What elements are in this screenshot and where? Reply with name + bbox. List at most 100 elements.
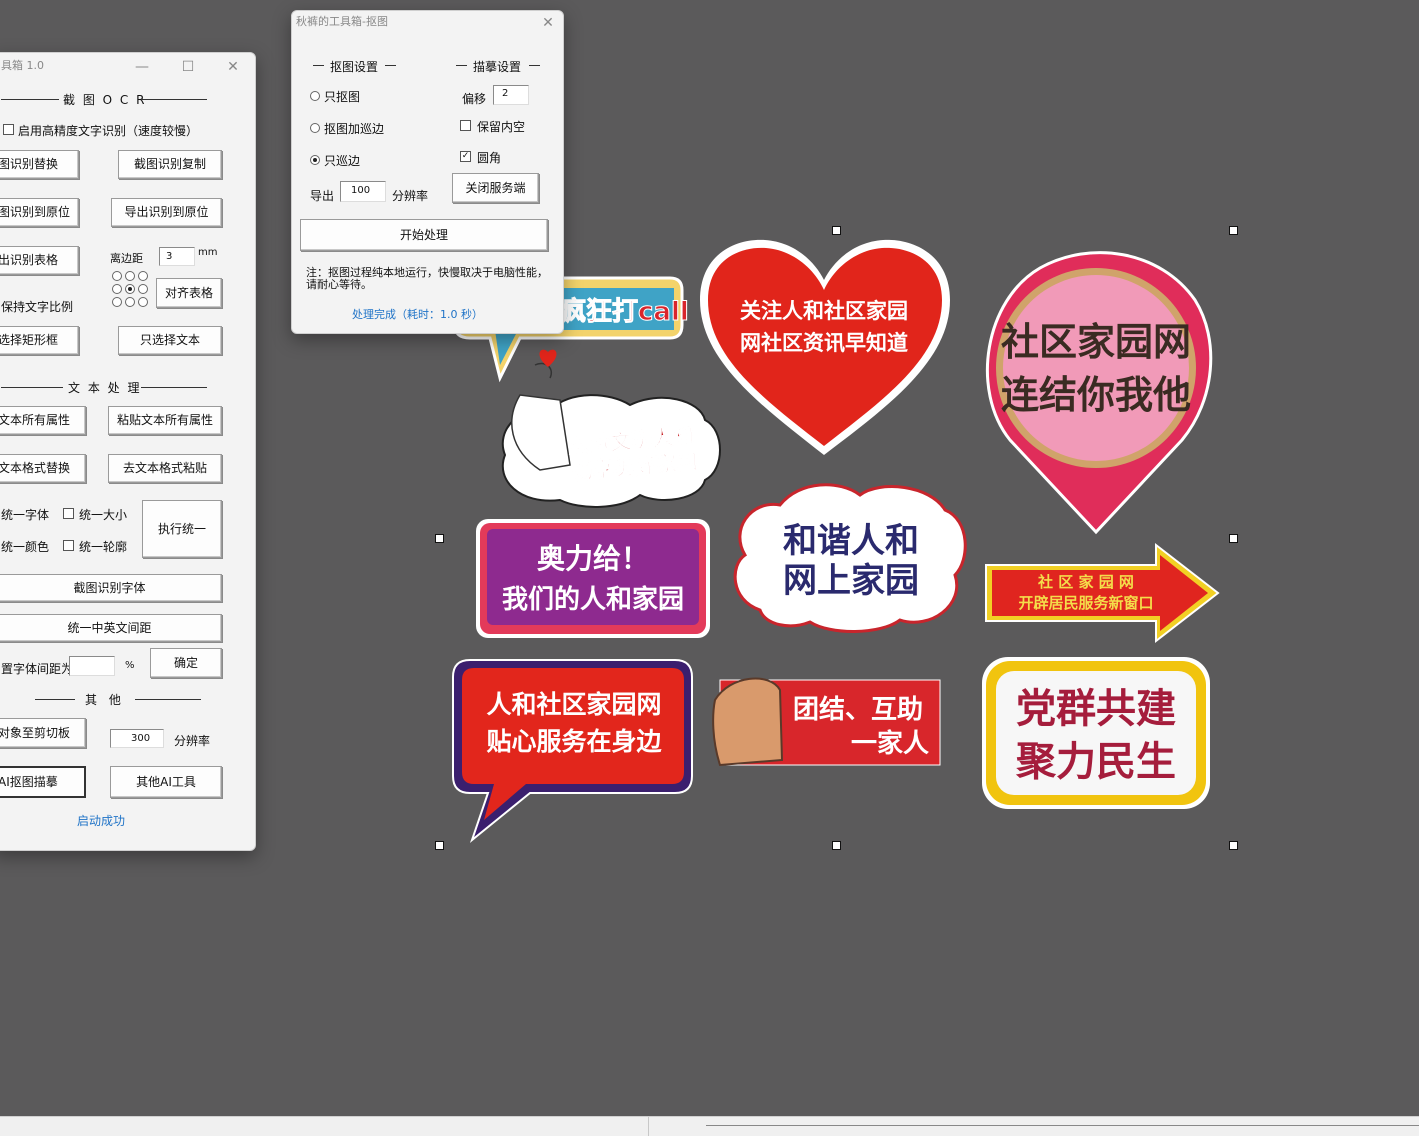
selection-handle-tr[interactable] [1229, 226, 1238, 235]
cutout-titlebar[interactable]: 秋裤的工具箱-抠图 ✕ [292, 11, 563, 39]
sticker-unity-line2: 一家人 [851, 728, 929, 759]
cutout-settings-title: 抠图设置 [330, 60, 379, 74]
margin-input[interactable]: 3 [159, 247, 195, 266]
sticker-aoligei[interactable]: 奥力给！ 我们的人和家园 [476, 519, 710, 638]
close-server-button[interactable]: 关闭服务端 [452, 173, 539, 203]
spacing-input[interactable] [69, 656, 115, 676]
ocr-font-button[interactable]: 截图识别字体 [0, 574, 222, 602]
align-radio-tr[interactable] [138, 271, 148, 281]
main-window-titlebar[interactable]: 具箱 1.0 — ☐ ✕ [0, 53, 255, 81]
main-status-text: 启动成功 [77, 814, 126, 828]
scrollbar-divider [648, 1117, 649, 1136]
align-radio-ml[interactable] [112, 284, 122, 294]
high-precision-label: 启用高精度文字识别（速度较慢） [18, 124, 199, 138]
sticker-speech-line2: 贴心服务在身边 [486, 727, 662, 756]
other-section-line-left [35, 699, 75, 700]
unify-color-label[interactable]: 统一颜色 [1, 538, 49, 555]
sticker-crazy-call-text: 疯狂打call [560, 296, 689, 327]
main-toolbox-window: 具箱 1.0 — ☐ ✕ 截 图 O C R 启用高精度文字识别（速度较慢） 图… [0, 52, 256, 851]
ocr-section-title: 截 图 O C R [63, 93, 147, 107]
selection-handle-mr[interactable] [1229, 534, 1238, 543]
export-input[interactable]: 100 [340, 181, 386, 202]
cutout-note: 注：抠图过程纯本地运行，快慢取决于电脑性能，请耐心等待。 [306, 266, 548, 291]
align-radio-tc[interactable] [125, 271, 135, 281]
selection-handle-bm[interactable] [832, 841, 841, 850]
sticker-pin-line2: 连结你我他 [1001, 373, 1191, 417]
other-ai-tools-button[interactable]: 其他AI工具 [110, 766, 222, 798]
resolution-input[interactable]: 300 [110, 729, 164, 748]
trace-settings-line-left [456, 65, 467, 66]
select-rect-button[interactable]: 选择矩形框 [0, 326, 79, 355]
sticker-harmony-cloud[interactable]: 和谐人和 网上家园 [733, 483, 967, 633]
cutout-close-icon[interactable]: ✕ [538, 13, 558, 33]
rounded-checkbox[interactable]: ✓ [460, 151, 471, 162]
selection-handle-bl[interactable] [435, 841, 444, 850]
selection-handle-tm[interactable] [832, 226, 841, 235]
sticker-aoligei-line1: 奥力给！ [537, 542, 649, 575]
high-precision-checkbox[interactable] [3, 124, 14, 135]
text-format-replace-button[interactable]: 文本格式替换 [0, 454, 86, 483]
scrollbar-thumb-line[interactable] [706, 1125, 1419, 1126]
sticker-arrow[interactable]: 社 区 家 园 网 开辟居民服务新窗口 [985, 542, 1220, 644]
unify-font-label[interactable]: 统一字体 [1, 506, 49, 523]
sticker-party[interactable]: 党群共建 聚力民生 [982, 657, 1210, 809]
ai-cutout-button[interactable]: AI抠图描摹 [0, 766, 86, 798]
minimize-icon[interactable]: — [132, 57, 152, 77]
align-table-button[interactable]: 对齐表格 [156, 278, 222, 308]
keep-hollow-checkbox[interactable] [460, 120, 471, 131]
ocr-to-origin-button[interactable]: 图识别到原位 [0, 198, 79, 227]
align-radio-tl[interactable] [112, 271, 122, 281]
ocr-replace-button[interactable]: 图识别替换 [0, 150, 79, 179]
sticker-unity[interactable]: 团结、互助 一家人 [712, 677, 941, 767]
sticker-heart[interactable]: 关注人和社区家园 网社区资讯早知道 [700, 239, 950, 455]
start-processing-button[interactable]: 开始处理 [300, 219, 548, 251]
sticker-aoligei-line2: 我们的人和家园 [502, 584, 684, 615]
sticker-cloud-hand[interactable]: 点赞文明人和 畅享美好家园 [501, 349, 721, 508]
copy-to-clipboard-button[interactable]: 对象至剪切板 [0, 718, 86, 748]
align-radio-br[interactable] [138, 297, 148, 307]
horizontal-scrollbar[interactable] [0, 1116, 1419, 1136]
unify-size-checkbox[interactable] [63, 508, 74, 519]
edge-only-radio[interactable] [310, 155, 320, 165]
export-table-button[interactable]: 出识别表格 [0, 246, 79, 275]
text-section-line-right [141, 387, 207, 388]
ocr-copy-button[interactable]: 截图识别复制 [118, 150, 222, 179]
close-icon[interactable]: ✕ [223, 57, 243, 77]
sticker-speech-red[interactable]: 人和社区家园网 贴心服务在身边 [452, 659, 693, 843]
edge-only-label: 只巡边 [324, 154, 361, 168]
ocr-section-line-left [1, 99, 59, 100]
selection-handle-br[interactable] [1229, 841, 1238, 850]
copy-text-props-button[interactable]: 文本所有属性 [0, 406, 86, 435]
cutout-settings-line-left [313, 65, 324, 66]
align-radio-bc[interactable] [125, 297, 135, 307]
confirm-button[interactable]: 确定 [150, 648, 222, 678]
align-radio-bl[interactable] [112, 297, 122, 307]
offset-input[interactable]: 2 [493, 85, 529, 105]
sticker-harmony-line2: 网上家园 [783, 561, 919, 601]
sticker-pin[interactable]: 社区家园网 连结你我他 [985, 251, 1213, 535]
align-radio-mc[interactable] [125, 284, 135, 294]
align-radio-mr[interactable] [138, 284, 148, 294]
other-section-line-right [135, 699, 201, 700]
remove-format-paste-button[interactable]: 去文本格式粘贴 [108, 454, 222, 483]
cutout-edge-radio[interactable] [310, 123, 320, 133]
cutout-only-radio[interactable] [310, 91, 320, 101]
execute-unify-button[interactable]: 执行统一 [142, 500, 222, 558]
select-text-button[interactable]: 只选择文本 [118, 326, 222, 355]
export-to-origin-button[interactable]: 导出识别到原位 [111, 198, 222, 227]
ocr-section-line-right [141, 99, 207, 100]
paste-text-props-button[interactable]: 粘贴文本所有属性 [108, 406, 222, 435]
cutout-title: 秋裤的工具箱-抠图 [296, 15, 388, 28]
unify-spacing-button[interactable]: 统一中英文间距 [0, 614, 222, 642]
cutout-dialog: 秋裤的工具箱-抠图 ✕ 抠图设置 描摹设置 只抠图 抠图加巡边 只巡边 偏移 2… [291, 10, 564, 334]
trace-settings-line-right [529, 65, 540, 66]
sticker-unity-line1: 团结、互助 [793, 695, 923, 725]
text-section-line-left [1, 387, 63, 388]
cutout-edge-label: 抠图加巡边 [324, 122, 385, 136]
spacing-label: 置字体间距为 [1, 662, 74, 676]
margin-unit: mm [198, 247, 218, 258]
unify-outline-checkbox[interactable] [63, 540, 74, 551]
maximize-icon[interactable]: ☐ [178, 57, 198, 77]
unify-size-label: 统一大小 [79, 508, 128, 522]
selection-handle-ml[interactable] [435, 534, 444, 543]
